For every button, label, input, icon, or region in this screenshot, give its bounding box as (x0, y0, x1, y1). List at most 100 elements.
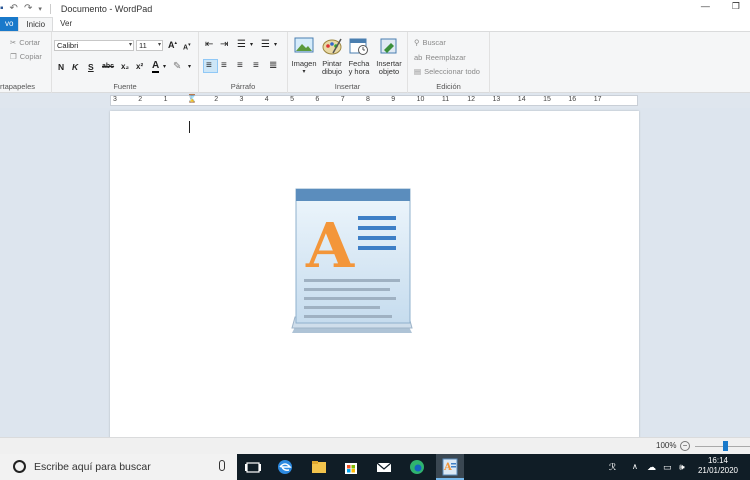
task-view-icon[interactable] (244, 458, 262, 476)
restore-button[interactable]: ❐ (732, 1, 740, 12)
line-spacing-icon[interactable]: ☰ (261, 39, 270, 50)
italic-button[interactable]: K (72, 62, 78, 72)
paragraph-settings-icon[interactable]: ≣ (269, 60, 277, 71)
cut-button[interactable]: ✂ Cortar (10, 38, 40, 47)
ruler-area: 3 2 1 1 2 3 4 5 6 7 8 9 10 11 12 13 14 15 16 17 ⌛ (0, 93, 750, 108)
scissors-icon: ✂ (10, 38, 17, 47)
copy-button[interactable]: ❐ Copiar (10, 52, 42, 61)
ruler-number: 9 (391, 96, 396, 103)
ruler-number: 2 (138, 96, 143, 103)
edge-icon[interactable] (276, 458, 294, 476)
ruler-number: 14 (517, 96, 526, 103)
window-title: Documento - WordPad (60, 3, 153, 14)
redo-icon[interactable]: ↷ (24, 3, 32, 14)
network-icon[interactable]: ▭ (663, 462, 672, 473)
superscript-button[interactable]: x² (136, 62, 143, 71)
insert-object-button[interactable]: Insertar objeto (374, 37, 404, 76)
copy-label: Copiar (19, 52, 42, 61)
insert-image-button[interactable]: Imagen ▾ (290, 37, 318, 76)
date-time-button[interactable]: Fecha y hora (346, 37, 372, 76)
tab-file[interactable]: vo (0, 17, 19, 31)
save-icon[interactable]: ▪ (0, 3, 4, 14)
find-button[interactable]: ⚲ Buscar (414, 38, 446, 47)
indent-marker-icon[interactable]: ⌛ (187, 94, 197, 103)
subscript-button[interactable]: x₂ (121, 62, 129, 71)
wordpad-taskbar-button[interactable]: A (436, 454, 464, 480)
taskbar-search[interactable]: Escribe aquí para buscar (0, 454, 237, 480)
bullet-list-icon[interactable]: ☰ (237, 39, 246, 50)
chevron-down-icon[interactable]: ▾ (274, 41, 277, 48)
paint-drawing-button[interactable]: Pintar dibujo (319, 37, 345, 76)
ruler-number: 10 (416, 96, 425, 103)
chevron-down-icon[interactable]: ▾ (188, 63, 191, 70)
tab-home[interactable]: Inicio (18, 17, 54, 31)
ruler[interactable]: 3 2 1 1 2 3 4 5 6 7 8 9 10 11 12 13 14 15 16 17 ⌛ (110, 94, 638, 106)
wordpad-logo-icon: A (291, 188, 413, 333)
store-icon[interactable] (342, 458, 360, 476)
select-all-button[interactable]: ▤ Seleccionar todo (414, 67, 480, 76)
ruler-number: 8 (366, 96, 370, 103)
ruler-number: 4 (264, 96, 269, 103)
document-area: A (0, 108, 750, 441)
align-right-icon[interactable]: ≡ (237, 60, 243, 71)
ruler-number: 15 (543, 96, 551, 103)
underline-button[interactable]: S (88, 62, 94, 72)
ruler-number: 16 (568, 96, 577, 103)
font-family-select[interactable]: Calibri ▾ (54, 40, 134, 51)
clock-time: 16:14 (707, 456, 729, 465)
strikethrough-button[interactable]: abc (102, 63, 114, 70)
shrink-font-icon[interactable]: A▾ (183, 42, 191, 51)
image-icon (294, 37, 314, 53)
highlight-pen-icon[interactable]: ✎ (173, 61, 181, 72)
svg-text:A: A (443, 462, 452, 473)
title-bar: ▪ ↶ ↷ ▾ Documento - WordPad — ❐ (0, 0, 750, 17)
zoom-slider-thumb[interactable] (723, 441, 728, 451)
zoom-level: 100% (656, 441, 677, 450)
quick-access-toolbar: ▪ ↶ ↷ ▾ (0, 3, 53, 14)
people-icon[interactable]: ℛ (609, 462, 616, 473)
cortana-icon (13, 460, 26, 473)
insert-group-label: Insertar (334, 82, 361, 91)
document-page[interactable]: A (110, 111, 639, 441)
chevron-down-icon[interactable]: ▾ (163, 63, 166, 70)
chevron-down-icon: ▾ (302, 69, 306, 75)
align-center-icon[interactable]: ≡ (221, 60, 227, 71)
chevron-down-icon: ▾ (157, 42, 161, 48)
status-bar: 100% − (0, 437, 750, 454)
undo-icon[interactable]: ↶ (10, 3, 18, 14)
onedrive-icon[interactable]: ☁ (647, 462, 656, 473)
decrease-indent-icon[interactable]: ⇤ (205, 39, 213, 50)
edge-chromium-icon[interactable] (408, 458, 426, 476)
volume-icon[interactable]: 🕪 (679, 462, 685, 473)
file-explorer-icon[interactable] (310, 458, 328, 476)
qa-separator (49, 3, 51, 14)
justify-icon[interactable]: ≡ (253, 60, 259, 71)
customize-qa-icon[interactable]: ▾ (38, 5, 42, 13)
font-size-select[interactable]: 11 ▾ (136, 40, 163, 51)
text-color-button[interactable]: A (152, 60, 160, 73)
ribbon-tabs: vo Inicio Ver (0, 17, 750, 31)
ruler-number: 1 (163, 96, 168, 103)
microphone-icon[interactable] (219, 460, 225, 471)
zoom-out-button[interactable]: − (680, 441, 690, 451)
show-hidden-icons[interactable]: ∧ (632, 462, 638, 471)
ruler-number: 3 (239, 96, 244, 103)
system-clock[interactable]: 16:14 21/01/2020 (697, 456, 739, 476)
minimize-button[interactable]: — (701, 1, 710, 12)
chevron-down-icon[interactable]: ▾ (250, 41, 253, 48)
mail-icon[interactable] (375, 458, 393, 476)
bold-button[interactable]: N (58, 62, 64, 72)
ribbon: ✂ Cortar ❐ Copiar rtapapeles Calibri ▾ 1… (0, 31, 750, 93)
increase-indent-icon[interactable]: ⇥ (220, 39, 228, 50)
tab-view[interactable]: Ver (53, 17, 79, 31)
editing-group: ⚲ Buscar ab Reemplazar ▤ Seleccionar tod… (408, 32, 490, 93)
editing-group-label: Edición (436, 82, 461, 91)
ruler-number: 7 (340, 96, 345, 103)
paint-palette-icon (322, 38, 342, 55)
insert-image-label: Imagen (291, 59, 317, 68)
grow-font-icon[interactable]: A▴ (168, 40, 177, 50)
clock-date: 21/01/2020 (697, 466, 739, 475)
replace-button[interactable]: ab Reemplazar (414, 53, 466, 62)
ruler-number: 2 (214, 96, 219, 103)
font-group-label: Fuente (113, 82, 137, 91)
